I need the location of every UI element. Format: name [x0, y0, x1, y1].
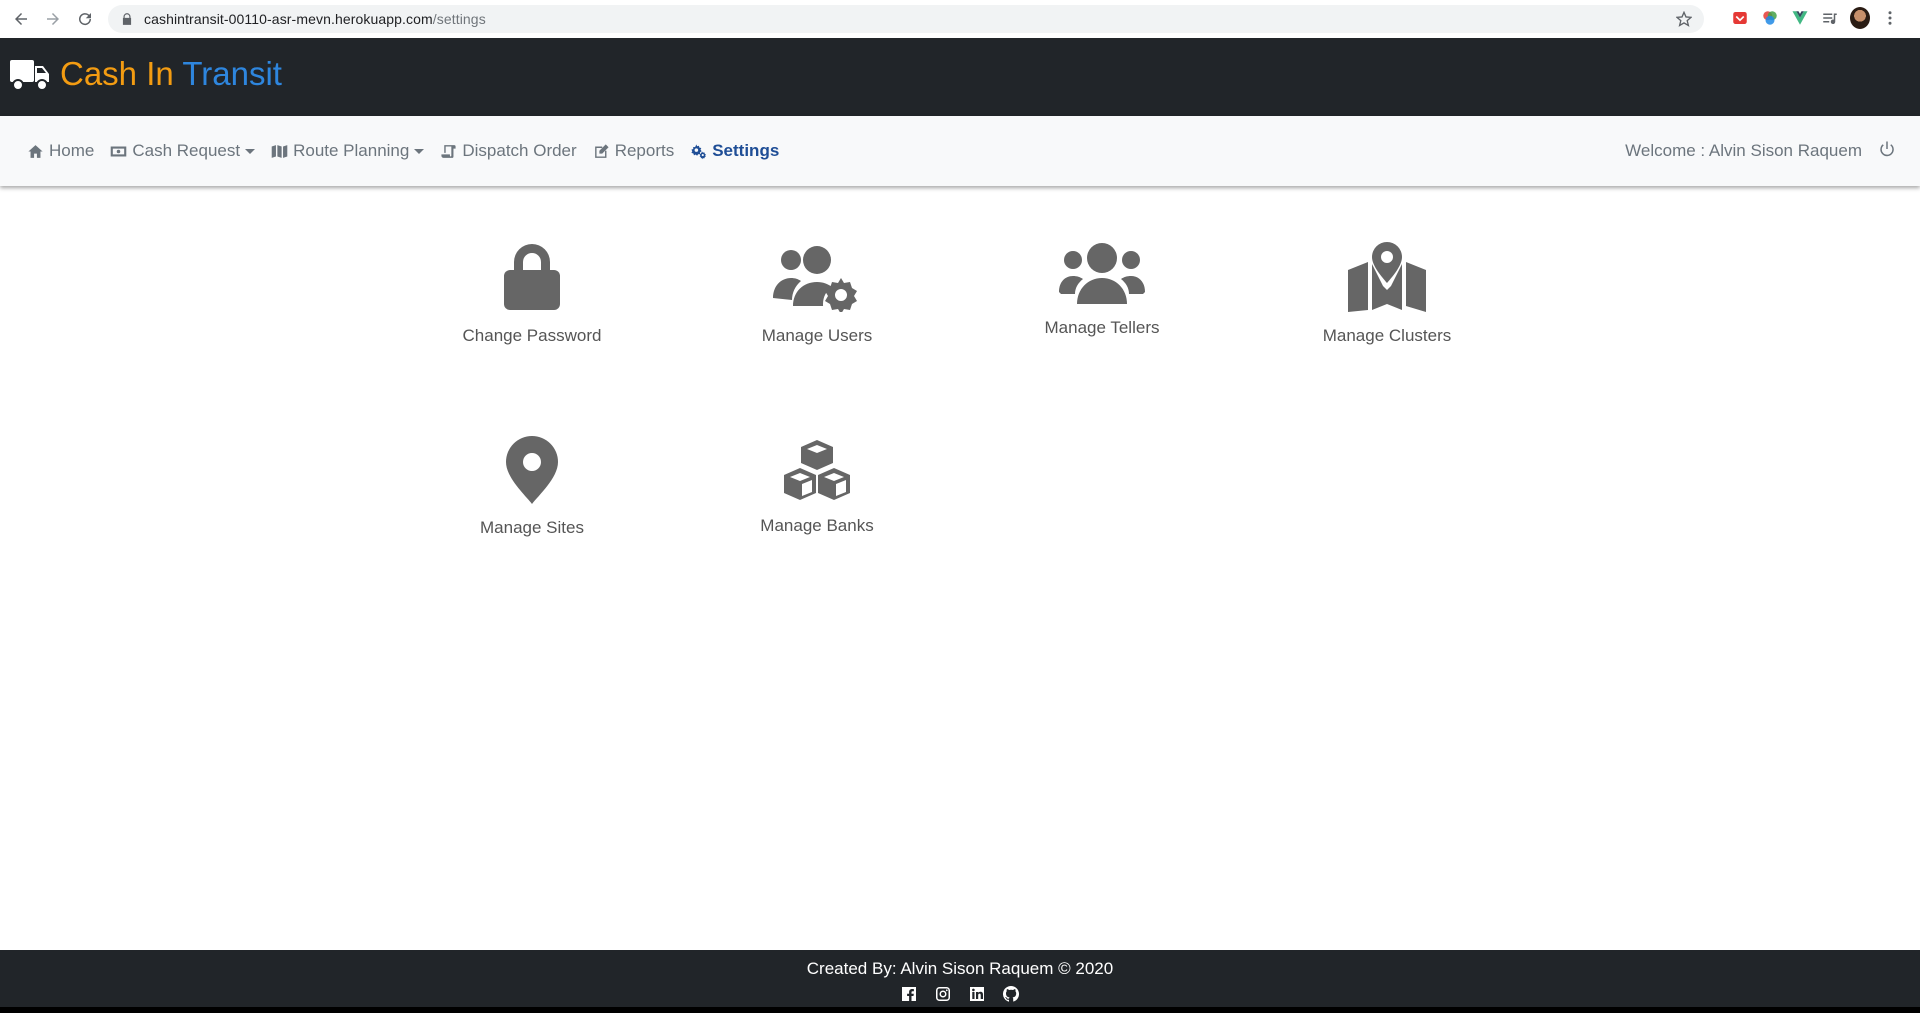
nav-item-cash-request[interactable]: Cash Request	[110, 141, 256, 161]
welcome-text: Welcome : Alvin Sison Raquem	[1625, 141, 1862, 160]
tile-label: Manage Tellers	[1044, 318, 1160, 337]
tile-label: Manage Users	[761, 326, 873, 345]
home-icon	[28, 144, 43, 158]
avatar	[1850, 7, 1870, 29]
facebook-icon	[902, 987, 916, 1001]
nav-item-route-planning[interactable]: Route Planning	[271, 141, 425, 161]
app-header: Cash In Transit	[0, 38, 1920, 116]
brand-title-part2: Transit	[182, 55, 282, 92]
facebook-link[interactable]	[901, 986, 917, 1002]
browser-menu-button[interactable]	[1880, 8, 1900, 28]
linkedin-link[interactable]	[969, 986, 985, 1002]
tile-manage-banks[interactable]: Manage Banks	[707, 438, 927, 536]
bottom-edge	[0, 1007, 1920, 1013]
reload-button[interactable]	[74, 8, 96, 30]
extension-vue[interactable]	[1790, 8, 1810, 28]
profile-avatar[interactable]	[1850, 7, 1870, 29]
nav-item-label: Route Planning	[293, 141, 410, 160]
github-icon	[1002, 986, 1020, 1002]
more-vert-icon	[1888, 11, 1892, 25]
nav-item-reports[interactable]: Reports	[593, 141, 675, 161]
linkedin-icon	[970, 987, 984, 1001]
tile-manage-tellers[interactable]: Manage Tellers	[992, 242, 1212, 338]
url-host: cashintransit-00110-asr-mevn.herokuapp.c…	[144, 11, 433, 27]
cubes-icon	[784, 440, 850, 500]
map-marker-icon	[506, 436, 558, 504]
power-icon	[1880, 141, 1894, 156]
tile-label: Change Password	[462, 326, 602, 345]
users-cog-icon	[773, 246, 857, 312]
browser-toolbar: cashintransit-00110-asr-mevn.herokuapp.c…	[0, 0, 1920, 39]
url-text: cashintransit-00110-asr-mevn.herokuapp.c…	[144, 11, 486, 27]
playlist-icon	[1823, 13, 1837, 25]
cogs-icon	[691, 143, 707, 159]
truck-icon	[10, 60, 49, 91]
bookmark-star-icon[interactable]	[1676, 11, 1692, 27]
forward-button[interactable]	[42, 8, 64, 30]
nav-item-label: Settings	[712, 141, 780, 160]
map-marked-icon	[1348, 242, 1426, 312]
scroll-icon	[441, 144, 456, 158]
nav-links: Home Cash Request Route Planning Dispatc…	[27, 116, 795, 186]
nav-item-settings[interactable]: Settings	[690, 141, 779, 161]
address-bar[interactable]: cashintransit-00110-asr-mevn.herokuapp.c…	[108, 5, 1704, 33]
map-icon	[271, 144, 288, 158]
logout-button[interactable]	[1878, 140, 1896, 163]
nav-item-label: Dispatch Order	[462, 141, 577, 160]
tile-manage-clusters[interactable]: Manage Clusters	[1277, 242, 1497, 346]
nav-item-label: Reports	[614, 141, 675, 160]
brand-logo-link[interactable]: Cash In Transit	[10, 52, 282, 96]
extension-reading-list[interactable]	[1820, 8, 1840, 28]
lock-icon	[504, 244, 560, 310]
caret-down-icon	[414, 148, 425, 154]
footer-credit: Created By: Alvin Sison Raquem © 2020	[806, 959, 1114, 978]
tile-label: Manage Clusters	[1322, 326, 1452, 345]
pocket-icon	[1733, 12, 1747, 24]
vue-icon	[1792, 11, 1808, 25]
caret-down-icon	[245, 148, 256, 154]
money-bill-icon	[111, 146, 127, 156]
lock-icon	[122, 13, 132, 25]
brand-title-part1: Cash In	[60, 55, 174, 92]
main-navbar: Home Cash Request Route Planning Dispatc…	[0, 116, 1920, 186]
nav-item-label: Cash Request	[132, 141, 241, 160]
tile-change-password[interactable]: Change Password	[422, 242, 642, 346]
color-wheel-icon	[1763, 11, 1777, 25]
github-link[interactable]	[1002, 986, 1020, 1002]
social-links	[0, 986, 1920, 1002]
nav-item-home[interactable]: Home	[27, 141, 94, 161]
arrow-left-icon	[15, 13, 27, 25]
edit-icon	[594, 143, 609, 158]
tile-manage-sites[interactable]: Manage Sites	[422, 436, 642, 538]
url-path: /settings	[432, 11, 486, 27]
extensions-area	[1730, 7, 1900, 29]
instagram-icon	[936, 987, 950, 1001]
tile-manage-users[interactable]: Manage Users	[707, 242, 927, 346]
extension-colorpicker[interactable]	[1760, 8, 1780, 28]
nav-user-area: Welcome : Alvin Sison Raquem	[1625, 116, 1896, 186]
users-icon	[1059, 243, 1145, 304]
reload-icon	[79, 13, 92, 26]
nav-item-label: Home	[49, 141, 95, 160]
brand-title: Cash In Transit	[60, 52, 282, 96]
tile-label: Manage Banks	[760, 516, 874, 535]
extension-pocket[interactable]	[1730, 8, 1750, 28]
instagram-link[interactable]	[935, 986, 951, 1002]
tile-label: Manage Sites	[480, 518, 584, 537]
page-footer: Created By: Alvin Sison Raquem © 2020	[0, 950, 1920, 1013]
nav-item-dispatch-order[interactable]: Dispatch Order	[440, 141, 577, 161]
back-button[interactable]	[10, 8, 32, 30]
arrow-right-icon	[47, 13, 59, 25]
